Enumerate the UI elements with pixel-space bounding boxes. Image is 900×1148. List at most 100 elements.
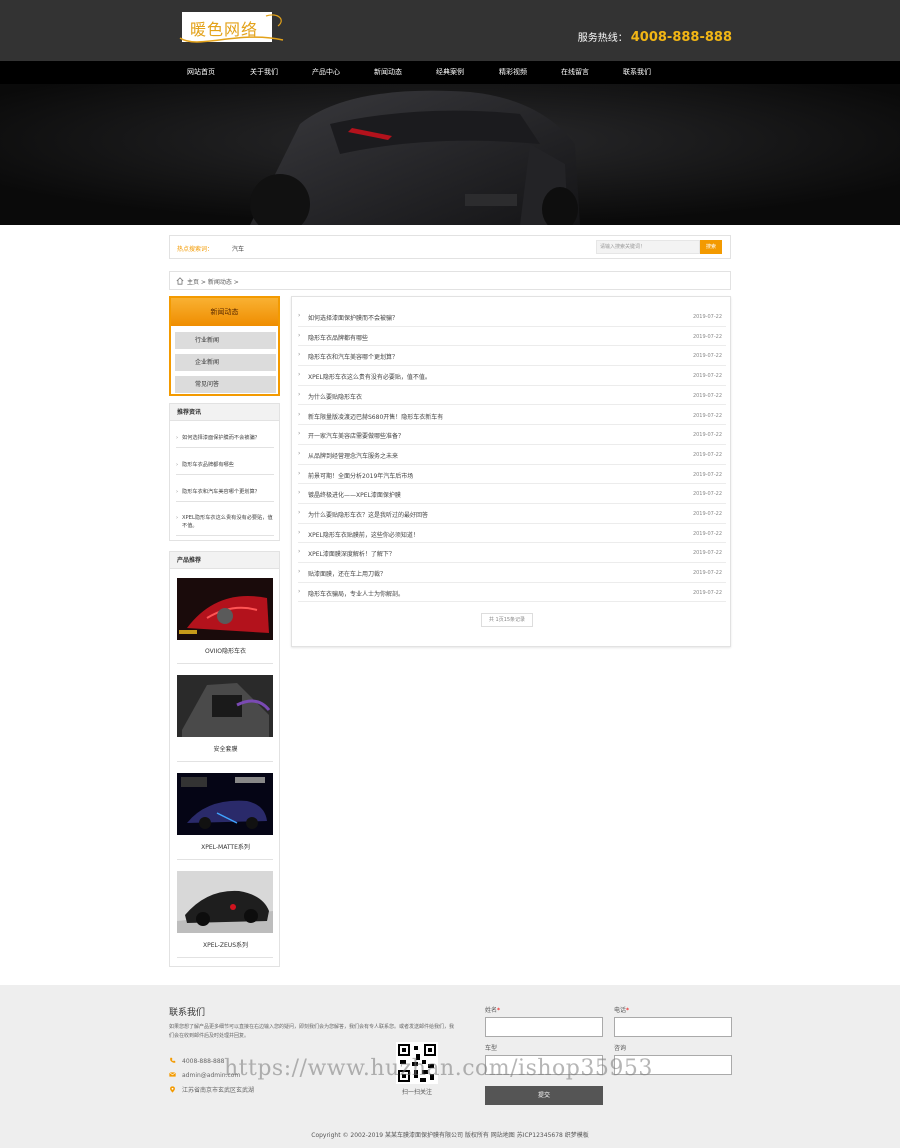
- submit-button[interactable]: 提交: [485, 1086, 603, 1105]
- footer-address: 江苏省南京市玄武区玄武湖: [169, 1085, 254, 1094]
- product-divider: [177, 859, 273, 860]
- news-title[interactable]: 开一家汽车美容店需要做哪些准备？: [308, 431, 404, 440]
- recommend-item[interactable]: 如何选择漆面保护膜而不会被骗？: [176, 434, 274, 448]
- news-row[interactable]: › 隐形车衣和汽车美容哪个更划算？ 2019-07-22: [298, 346, 726, 367]
- news-row[interactable]: › XPEL隐形车衣这么贵有没有必要贴，值不值。 2019-07-22: [298, 366, 726, 386]
- news-date: 2019-07-22: [692, 432, 722, 439]
- recommend-item[interactable]: XPEL隐形车衣这么贵有没有必要贴，值不值。: [176, 514, 274, 536]
- news-row[interactable]: › 前景可期！全面分析2019年汽车后市场 2019-07-22: [298, 465, 726, 485]
- product-divider: [177, 663, 273, 664]
- search-input[interactable]: 请输入搜索关键词！: [596, 240, 700, 254]
- product-divider: [177, 761, 273, 762]
- news-title[interactable]: XPEL漆面膜深度解析！了解下？: [308, 549, 395, 558]
- hot-search-label: 热点搜索词：: [177, 246, 214, 253]
- product-image[interactable]: [177, 578, 273, 640]
- banner-car-image: [0, 84, 900, 225]
- logo[interactable]: 暖色网络: [178, 10, 288, 46]
- news-title[interactable]: 镀晶终极进化——XPEL漆面保护膜: [308, 490, 401, 499]
- main-nav: 网站首页 关于我们 产品中心 新闻动态 经典案例 精彩视频 在线留言 联系我们: [0, 61, 900, 84]
- news-title[interactable]: 隐形车衣品牌都有哪些: [308, 333, 368, 342]
- news-title[interactable]: 为什么要贴隐形车衣: [308, 392, 362, 401]
- header-bar: 暖色网络 服务热线： 4008-888-888: [0, 0, 900, 61]
- news-title[interactable]: 新车限量版凌渡迈巴赫S680开售！隐形车衣新车有: [308, 412, 443, 421]
- location-pin-icon: [170, 1086, 175, 1093]
- news-title[interactable]: 贴漆面膜，还在车上用刀裁？: [308, 569, 386, 578]
- news-title[interactable]: 如何选择漆面保护膜而不会被骗？: [308, 313, 398, 322]
- search-button[interactable]: 搜索: [700, 240, 722, 254]
- news-title[interactable]: 从品牌到经营理念汽车服务之未来: [308, 451, 398, 460]
- news-list-panel: › 如何选择漆面保护膜而不会被骗？ 2019-07-22 › 隐形车衣品牌都有哪…: [291, 296, 731, 647]
- recommend-news-title: 推荐资讯: [170, 404, 279, 421]
- product-name[interactable]: OVIIO隐形车衣: [170, 646, 281, 655]
- news-row[interactable]: › XPEL漆面膜深度解析！了解下？ 2019-07-22: [298, 543, 726, 564]
- hot-search-bar: 热点搜索词： 汽车 请输入搜索关键词！ 搜索: [169, 235, 731, 259]
- nav-message[interactable]: 在线留言: [561, 61, 589, 84]
- nav-about[interactable]: 关于我们: [250, 61, 278, 84]
- category-company-news[interactable]: 企业新闻: [175, 354, 276, 371]
- home-icon: [176, 277, 184, 285]
- car-model-label: 车型: [485, 1045, 498, 1052]
- product-name[interactable]: XPEL-MATTE系列: [170, 842, 281, 851]
- news-row[interactable]: › 如何选择漆面保护膜而不会被骗？ 2019-07-22: [298, 307, 726, 327]
- news-row[interactable]: › 新车限量版凌渡迈巴赫S680开售！隐形车衣新车有 2019-07-22: [298, 406, 726, 426]
- product-image[interactable]: [177, 675, 273, 737]
- product-image[interactable]: [177, 773, 273, 835]
- chevron-right-icon: ›: [298, 331, 301, 339]
- recommend-item[interactable]: 隐形车衣品牌都有哪些: [176, 461, 274, 475]
- category-industry-news[interactable]: 行业新闻: [175, 332, 276, 349]
- nav-videos[interactable]: 精彩视频: [499, 61, 527, 84]
- news-title[interactable]: 隐形车衣和汽车美容哪个更划算？: [308, 352, 398, 361]
- phone-label: 电话*: [614, 1007, 630, 1014]
- product-recommend-box: 产品推荐 OVIIO隐形车衣 安全套膜 XPEL-MATTE系列 XPEL-ZE…: [169, 551, 280, 967]
- product-name[interactable]: XPEL-ZEUS系列: [170, 940, 281, 949]
- news-title[interactable]: 隐形车衣骗局，专业人士为你解剖。: [308, 589, 404, 598]
- news-date: 2019-07-22: [692, 451, 722, 458]
- news-row[interactable]: › XPEL隐形车衣贴膜前，这些你必须知道！ 2019-07-22: [298, 524, 726, 544]
- chevron-right-icon: ›: [298, 390, 301, 398]
- copyright: Copyright © 2002-2019 某某车膜漆面保护膜有限公司 版权所有…: [311, 1132, 589, 1139]
- recommend-item[interactable]: 隐形车衣和汽车美容哪个更划算？: [176, 488, 274, 502]
- nav-cases[interactable]: 经典案例: [436, 61, 464, 84]
- footer-phone: 4008-888-888: [169, 1057, 225, 1065]
- nav-news[interactable]: 新闻动态: [374, 61, 402, 84]
- name-field[interactable]: [485, 1017, 603, 1037]
- news-row[interactable]: › 隐形车衣骗局，专业人士为你解剖。 2019-07-22: [298, 583, 726, 603]
- product-name[interactable]: 安全套膜: [170, 744, 281, 753]
- news-row[interactable]: › 为什么要贴隐形车衣 2019-07-22: [298, 386, 726, 406]
- hot-search-word[interactable]: 汽车: [232, 244, 244, 253]
- news-date: 2019-07-22: [692, 412, 722, 419]
- news-row[interactable]: › 为什么要贴隐形车衣？这是我听过的最好回答 2019-07-22: [298, 504, 726, 524]
- breadcrumb-text[interactable]: 主页 > 新闻动态 >: [187, 277, 239, 286]
- category-faq[interactable]: 常见问答: [175, 376, 276, 393]
- phone-field[interactable]: [614, 1017, 732, 1037]
- chevron-right-icon: ›: [298, 509, 301, 516]
- nav-contact[interactable]: 联系我们: [623, 61, 651, 84]
- news-date: 2019-07-22: [692, 353, 722, 360]
- news-title[interactable]: 为什么要贴隐形车衣？这是我听过的最好回答: [308, 510, 428, 519]
- nav-products[interactable]: 产品中心: [312, 61, 340, 84]
- hotline: 服务热线： 4008-888-888: [578, 29, 732, 45]
- product-image[interactable]: [177, 871, 273, 933]
- news-row[interactable]: › 隐形车衣品牌都有哪些 2019-07-22: [298, 327, 726, 347]
- news-date: 2019-07-22: [692, 589, 722, 596]
- news-title[interactable]: XPEL隐形车衣贴膜前，这些你必须知道！: [308, 530, 419, 539]
- news-title[interactable]: XPEL隐形车衣这么贵有没有必要贴，值不值。: [308, 372, 431, 381]
- chevron-right-icon: ›: [298, 410, 301, 418]
- news-row[interactable]: › 镀晶终极进化——XPEL漆面保护膜 2019-07-22: [298, 484, 726, 504]
- name-label: 姓名*: [485, 1007, 501, 1014]
- chevron-right-icon: ›: [298, 449, 301, 457]
- product-recommend-title: 产品推荐: [170, 552, 279, 569]
- chevron-right-icon: ›: [298, 430, 301, 438]
- chevron-right-icon: ›: [298, 489, 301, 497]
- mail-icon: [169, 1072, 176, 1077]
- chevron-right-icon: ›: [298, 371, 301, 379]
- footer-phone-number: 4008-888-888: [182, 1058, 225, 1065]
- news-row[interactable]: › 从品牌到经营理念汽车服务之未来 2019-07-22: [298, 445, 726, 465]
- news-date: 2019-07-22: [692, 373, 722, 380]
- news-row[interactable]: › 贴漆面膜，还在车上用刀裁？ 2019-07-22: [298, 563, 726, 583]
- nav-home[interactable]: 网站首页: [187, 61, 215, 84]
- news-category-title: 新闻动态: [171, 298, 278, 326]
- news-title[interactable]: 前景可期！全面分析2019年汽车后市场: [308, 471, 413, 480]
- news-date: 2019-07-22: [692, 471, 722, 478]
- news-row[interactable]: › 开一家汽车美容店需要做哪些准备？ 2019-07-22: [298, 425, 726, 445]
